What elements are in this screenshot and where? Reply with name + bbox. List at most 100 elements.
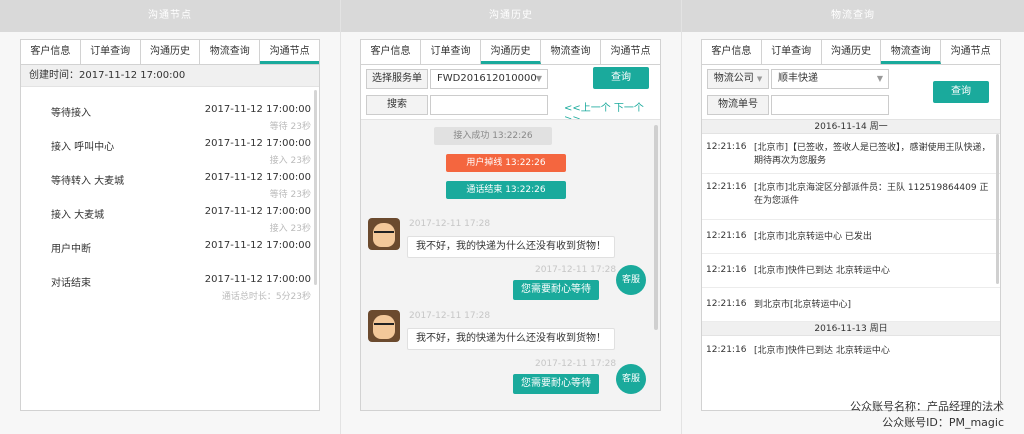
customer-message: 我不好，我的快递为什么还没有收到货物！ bbox=[407, 328, 615, 350]
customer-message: 我不好，我的快递为什么还没有收到货物！ bbox=[407, 236, 615, 258]
logistics-column: 物流查询 客户信息 订单查询 沟通历史 物流查询 沟通节点 物流公司 ▼ 顺丰快… bbox=[682, 0, 1024, 434]
agent-message: 您需要耐心等待 bbox=[513, 374, 599, 394]
message-time: 2017-12-11 17:28 bbox=[409, 311, 491, 321]
log-time: 12:21:16 bbox=[706, 231, 747, 241]
tab-order-query[interactable]: 订单查询 bbox=[762, 40, 822, 64]
service-order-label: 选择服务单 bbox=[366, 69, 428, 89]
service-order-value: FWD201612010000 bbox=[437, 73, 537, 84]
tab-order-query[interactable]: 订单查询 bbox=[81, 40, 141, 64]
scrollbar[interactable] bbox=[996, 134, 999, 284]
node-time: 2017-11-12 17:00:00 bbox=[204, 274, 311, 285]
logistics-panel: 客户信息 订单查询 沟通历史 物流查询 沟通节点 物流公司 ▼ 顺丰快递 ▼ 物… bbox=[701, 39, 1001, 411]
tab-chat-history[interactable]: 沟通历史 bbox=[822, 40, 882, 64]
log-time: 12:21:16 bbox=[706, 345, 747, 355]
tab-logistics[interactable]: 物流查询 bbox=[881, 40, 942, 64]
log-time: 12:21:16 bbox=[706, 299, 747, 309]
chevron-down-icon: ▼ bbox=[756, 75, 763, 83]
created-time: 创建时间：2017-11-12 17:00:00 bbox=[21, 65, 319, 87]
chat-area: 接入成功 13:22:26 用户掉线 13:22:26 通话结束 13:22:2… bbox=[361, 119, 660, 410]
search-row: 搜索 <<上一个 下一个>> bbox=[361, 95, 660, 125]
node-name: 等待接入 bbox=[51, 108, 91, 119]
node-panel: 客户信息 订单查询 沟通历史 物流查询 沟通节点 创建时间：2017-11-12… bbox=[20, 39, 320, 411]
log-text: [北京市]【已签收，签收人是已签收】，感谢使用王队快递，期待再次为您服务 bbox=[754, 143, 991, 166]
company-value-select[interactable]: 顺丰快递 ▼ bbox=[771, 69, 889, 89]
log-text: 到北京市[北京转运中心] bbox=[754, 300, 852, 310]
customer-avatar bbox=[368, 218, 400, 250]
tab-customer-info[interactable]: 客户信息 bbox=[21, 40, 81, 64]
log-row: 12:21:16 [北京市]北京海淀区分部派件员：王队 112519864409… bbox=[702, 174, 1000, 220]
node-item: 用户中断 2017-11-12 17:00:00 bbox=[51, 233, 311, 267]
tab-logistics[interactable]: 物流查询 bbox=[200, 40, 261, 64]
message-time: 2017-12-11 17:28 bbox=[535, 265, 617, 275]
log-row: 12:21:16 [北京市]【已签收，签收人是已签收】，感谢使用王队快递，期待再… bbox=[702, 134, 1000, 174]
history-panel: 客户信息 订单查询 沟通历史 物流查询 沟通节点 选择服务单 FWD201612… bbox=[360, 39, 661, 411]
node-time: 2017-11-12 17:00:00 bbox=[204, 240, 311, 251]
scrollbar[interactable] bbox=[314, 90, 317, 285]
system-message: 通话结束 13:22:26 bbox=[446, 181, 566, 199]
log-row: 12:21:16 [北京市]快件已到达 北京转运中心 bbox=[702, 254, 1000, 288]
agent-avatar: 客服 bbox=[616, 265, 646, 295]
tracking-label: 物流单号 bbox=[707, 95, 769, 115]
tab-bar: 客户信息 订单查询 沟通历史 物流查询 沟通节点 bbox=[702, 40, 1000, 65]
logistics-log: 2016-11-14 周一 12:21:16 [北京市]【已签收，签收人是已签收… bbox=[702, 119, 1000, 410]
node-name: 接入 呼叫中心 bbox=[51, 142, 115, 153]
node-item: 对话结束 2017-11-12 17:00:00 通话总时长：5分23秒 bbox=[51, 267, 311, 302]
column-header: 沟通历史 bbox=[341, 0, 681, 32]
chevron-down-icon: ▼ bbox=[535, 74, 542, 83]
node-time: 2017-11-12 17:00:00 bbox=[204, 172, 311, 183]
log-row: 12:21:16 到北京市[北京转运中心] bbox=[702, 288, 1000, 322]
agent-avatar: 客服 bbox=[616, 364, 646, 394]
tracking-row: 物流单号 查询 bbox=[702, 81, 1000, 121]
chevron-down-icon: ▼ bbox=[876, 74, 883, 83]
message-time: 2017-12-11 17:28 bbox=[409, 219, 491, 229]
log-text: [北京市]快件已到达 北京转运中心 bbox=[754, 266, 890, 276]
node-list: 等待接入 2017-11-12 17:00:00 等待 23秒 接入 呼叫中心 … bbox=[21, 87, 319, 302]
message-time: 2017-12-11 17:28 bbox=[535, 359, 617, 369]
query-button[interactable]: 查询 bbox=[593, 67, 649, 89]
node-name: 等待转入 大麦城 bbox=[51, 176, 125, 187]
log-time: 12:21:16 bbox=[706, 182, 747, 192]
node-time: 2017-11-12 17:00:00 bbox=[204, 206, 311, 217]
log-row: 12:21:16 [北京市]北京转运中心 已发出 bbox=[702, 220, 1000, 254]
node-name: 对话结束 bbox=[51, 278, 91, 289]
tab-order-query[interactable]: 订单查询 bbox=[421, 40, 481, 64]
search-input[interactable] bbox=[430, 95, 548, 115]
tab-chat-history[interactable]: 沟通历史 bbox=[141, 40, 201, 64]
tab-bar: 客户信息 订单查询 沟通历史 物流查询 沟通节点 bbox=[21, 40, 319, 65]
tab-chat-nodes[interactable]: 沟通节点 bbox=[260, 40, 319, 64]
tab-customer-info[interactable]: 客户信息 bbox=[361, 40, 421, 64]
query-button[interactable]: 查询 bbox=[933, 81, 989, 103]
watermark-name: 公众账号名称：产品经理的法术 bbox=[850, 400, 1004, 413]
node-item: 接入 大麦城 2017-11-12 17:00:00 接入 23秒 bbox=[51, 199, 311, 234]
watermark-id: 公众账号ID：PM_magic bbox=[882, 416, 1004, 429]
company-select[interactable]: 物流公司 ▼ bbox=[707, 69, 769, 89]
tab-chat-history[interactable]: 沟通历史 bbox=[481, 40, 541, 64]
log-time: 12:21:16 bbox=[706, 142, 747, 152]
node-name: 接入 大麦城 bbox=[51, 210, 105, 221]
customer-avatar bbox=[368, 310, 400, 342]
system-message: 接入成功 13:22:26 bbox=[434, 127, 552, 145]
tab-chat-nodes[interactable]: 沟通节点 bbox=[601, 40, 660, 64]
date-header: 2016-11-14 周一 bbox=[702, 120, 1000, 134]
node-item: 接入 呼叫中心 2017-11-12 17:00:00 接入 23秒 bbox=[51, 131, 311, 166]
company-value: 顺丰快递 bbox=[778, 73, 818, 84]
node-item: 等待接入 2017-11-12 17:00:00 等待 23秒 bbox=[51, 97, 311, 132]
tab-logistics[interactable]: 物流查询 bbox=[541, 40, 601, 64]
log-text: [北京市]北京海淀区分部派件员：王队 112519864409 正在为您派件 bbox=[754, 183, 989, 206]
history-column: 沟通历史 客户信息 订单查询 沟通历史 物流查询 沟通节点 选择服务单 FWD2… bbox=[341, 0, 682, 434]
log-row: 12:21:16 [北京市]快件已到达 北京转运中心 bbox=[702, 336, 1000, 366]
tab-customer-info[interactable]: 客户信息 bbox=[702, 40, 762, 64]
tab-chat-nodes[interactable]: 沟通节点 bbox=[941, 40, 1000, 64]
service-order-select[interactable]: FWD201612010000 ▼ bbox=[430, 69, 548, 89]
system-message: 用户掉线 13:22:26 bbox=[446, 154, 566, 172]
node-item: 等待转入 大麦城 2017-11-12 17:00:00 等待 23秒 bbox=[51, 165, 311, 200]
log-time: 12:21:16 bbox=[706, 265, 747, 275]
node-column: 沟通节点 客户信息 订单查询 沟通历史 物流查询 沟通节点 创建时间：2017-… bbox=[0, 0, 341, 434]
search-label: 搜索 bbox=[366, 95, 428, 115]
node-name: 用户中断 bbox=[51, 244, 91, 255]
tab-bar: 客户信息 订单查询 沟通历史 物流查询 沟通节点 bbox=[361, 40, 660, 65]
scrollbar[interactable] bbox=[654, 125, 658, 330]
tracking-input[interactable] bbox=[771, 95, 889, 115]
service-order-row: 选择服务单 FWD201612010000 ▼ 查询 bbox=[361, 67, 660, 95]
node-time: 2017-11-12 17:00:00 bbox=[204, 138, 311, 149]
